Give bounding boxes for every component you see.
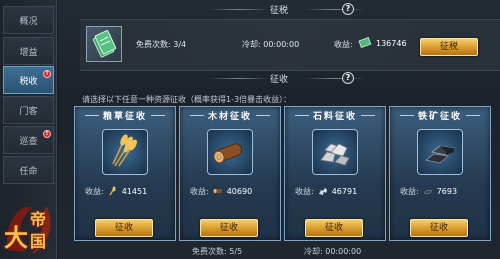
- card-title: 石料征收: [285, 109, 385, 123]
- card-title: 粮草征收: [75, 109, 175, 123]
- levy-help-icon[interactable]: ?: [342, 72, 354, 84]
- tax-cooldown: 冷却: 00:00:00: [242, 40, 300, 49]
- logo-char: 大: [4, 223, 28, 252]
- iron-ingot-icon: [423, 189, 433, 195]
- main-panel: 征税 ? 免费次数: 3/4 冷却: 00:00:00 收益: 136746 征…: [58, 0, 500, 259]
- sidebar-item-tax[interactable]: 税收 !: [3, 66, 54, 94]
- levy-section-header: 征收: [58, 71, 500, 85]
- sidebar-item-label: 门客: [19, 106, 38, 117]
- sidebar-item-buffs[interactable]: 增益: [3, 37, 54, 65]
- levy-card-grain: 粮草征收 收益: 41451 征收: [74, 106, 176, 241]
- sidebar-item-retainers[interactable]: 门客: [3, 96, 54, 124]
- logo-char: 帝: [30, 210, 47, 229]
- money-icon-frame: [86, 26, 122, 62]
- tax-income-value: 136746: [376, 39, 407, 48]
- levy-cooldown: 冷却: 00:00:00: [304, 247, 362, 256]
- income-value: 46791: [331, 186, 358, 196]
- divider: [304, 78, 366, 79]
- sidebar-item-appoint[interactable]: 任命: [3, 156, 54, 184]
- card-income: 收益: 40690: [190, 185, 274, 197]
- divider: [304, 9, 366, 10]
- levy-card-iron: 铁矿征收 收益: 7693 征收: [389, 106, 491, 241]
- income-label: 收益:: [295, 186, 314, 196]
- banknote-icon: [358, 37, 372, 49]
- stone-icon: [318, 188, 327, 195]
- wheat-icon: [112, 134, 137, 167]
- tax-help-icon[interactable]: ?: [342, 3, 354, 15]
- income-value: 7693: [436, 186, 458, 196]
- levy-stone-button[interactable]: 征收: [305, 219, 363, 237]
- levy-card-stone: 石料征收 收益: 46791 征收: [284, 106, 386, 241]
- wood-log-icon: [213, 143, 243, 164]
- collect-tax-button[interactable]: 征税: [420, 38, 478, 56]
- sidebar-item-patrol[interactable]: 巡查 !: [3, 126, 54, 154]
- levy-instructions: 请选择以下任意一种资源征收（概率获得1-3倍暴击收益）：: [82, 95, 292, 104]
- resource-frame: [312, 129, 358, 175]
- alert-badge: !: [43, 70, 51, 78]
- card-income: 收益: 7693: [400, 185, 484, 197]
- wood-log-icon: [213, 189, 222, 193]
- stone-icon: [320, 143, 350, 166]
- resource-frame: [102, 129, 148, 175]
- wheat-icon: [109, 186, 116, 196]
- card-title: 木材征收: [180, 109, 280, 123]
- divider: [208, 78, 270, 79]
- levy-iron-button[interactable]: 征收: [410, 219, 468, 237]
- card-income: 收益: 41451: [85, 185, 169, 197]
- divider: [208, 9, 270, 10]
- income-value: 40690: [226, 186, 253, 196]
- tax-panel: 免费次数: 3/4 冷却: 00:00:00 收益: 136746 征税: [80, 19, 500, 71]
- income-label: 收益:: [190, 186, 209, 196]
- levy-wood-button[interactable]: 征收: [200, 219, 258, 237]
- game-logo: 大 帝 国: [2, 200, 56, 256]
- levy-section-title: 征收: [269, 74, 288, 85]
- card-title: 铁矿征收: [390, 109, 490, 123]
- sidebar-item-label: 任命: [19, 166, 38, 177]
- tax-section-title: 征税: [269, 5, 288, 16]
- iron-ingot-icon: [425, 145, 455, 164]
- banknote-icon: [92, 30, 117, 58]
- levy-grain-button[interactable]: 征收: [95, 219, 153, 237]
- income-value: 41451: [121, 186, 148, 196]
- alert-badge: !: [43, 130, 51, 138]
- sidebar-item-label: 税收: [19, 76, 38, 87]
- sidebar: 概况 增益 税收 ! 门客 巡查 ! 任命 大 帝 国: [0, 0, 57, 259]
- tax-section-header: 征税: [58, 2, 500, 16]
- sidebar-item-label: 概况: [19, 16, 38, 27]
- tax-free-count: 免费次数: 3/4: [136, 40, 187, 49]
- tax-income-label: 收益:: [334, 40, 353, 49]
- levy-free-count: 免费次数: 5/5: [192, 247, 243, 256]
- income-label: 收益:: [85, 186, 104, 196]
- resource-frame: [417, 129, 463, 175]
- card-income: 收益: 46791: [295, 185, 379, 197]
- resource-frame: [207, 129, 253, 175]
- levy-card-wood: 木材征收 收益: 40690 征收: [179, 106, 281, 241]
- sidebar-item-overview[interactable]: 概况: [3, 6, 54, 34]
- sidebar-item-label: 增益: [19, 47, 38, 58]
- income-label: 收益:: [400, 186, 419, 196]
- logo-char: 国: [30, 232, 47, 251]
- sidebar-item-label: 巡查: [19, 136, 38, 147]
